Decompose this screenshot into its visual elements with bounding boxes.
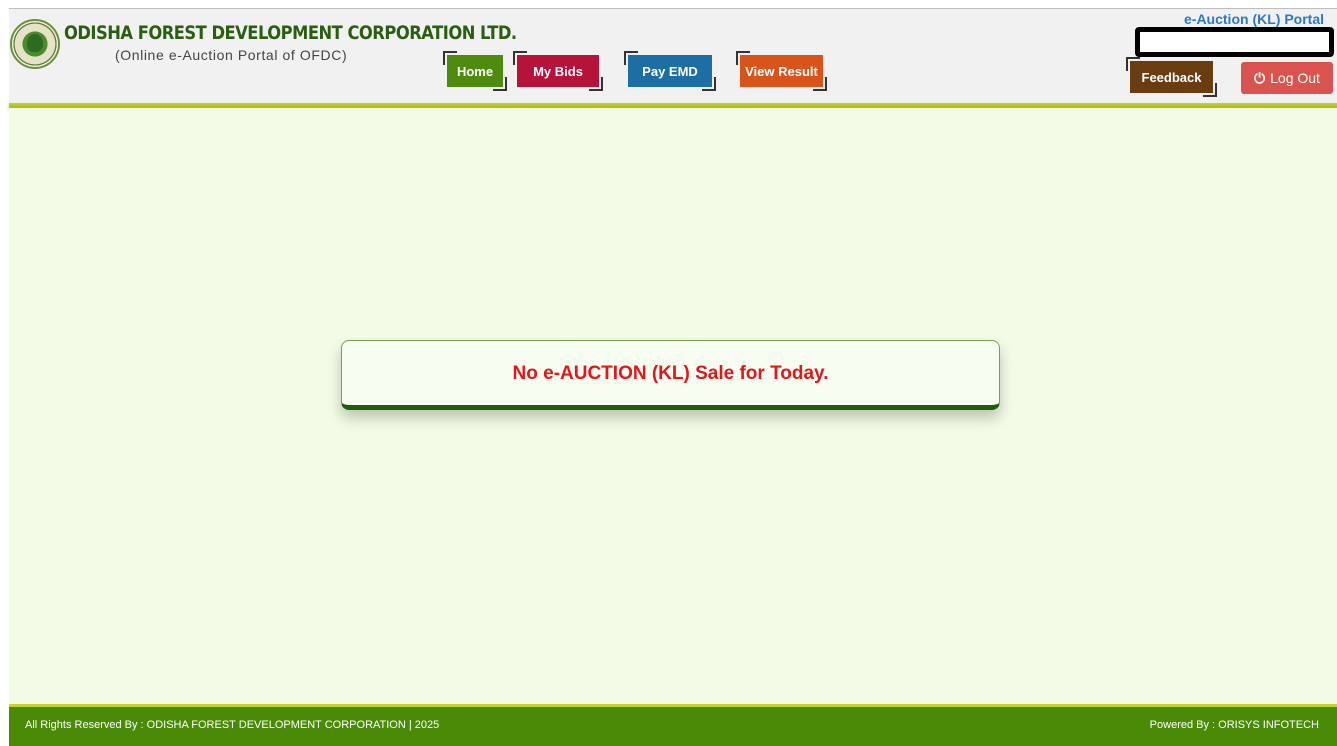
footer: All Rights Reserved By : ODISHA FOREST D… [9,707,1337,746]
redacted-user-box [1135,27,1334,57]
left-gutter [0,8,9,746]
notice-text: No e-AUCTION (KL) Sale for Today. [512,363,829,384]
logout-label: Log Out [1270,70,1320,86]
power-icon: ⏻ [1254,69,1266,86]
feedback-button[interactable]: Feedback [1126,57,1217,97]
org-name: ODISHA FOREST DEVELOPMENT CORPORATION LT… [64,22,517,44]
portal-title: e-Auction (KL) Portal [1184,11,1324,27]
footer-powered-by: Powered By : ORISYS INFOTECH [1149,719,1319,731]
footer-copyright: All Rights Reserved By : ODISHA FOREST D… [25,719,440,731]
notice-box: No e-AUCTION (KL) Sale for Today. [341,340,1000,410]
ofdc-logo-icon [10,19,60,69]
home-button[interactable]: Home [443,51,507,91]
logo-tree [27,34,43,52]
org-subtitle: (Online e-Auction Portal of OFDC) [115,47,348,63]
view-result-button[interactable]: View Result [736,51,827,91]
logout-button[interactable]: ⏻ Log Out [1241,62,1333,94]
my-bids-button[interactable]: My Bids [513,51,603,91]
page: ODISHA FOREST DEVELOPMENT CORPORATION LT… [0,0,1337,746]
pay-emd-button[interactable]: Pay EMD [624,51,716,91]
